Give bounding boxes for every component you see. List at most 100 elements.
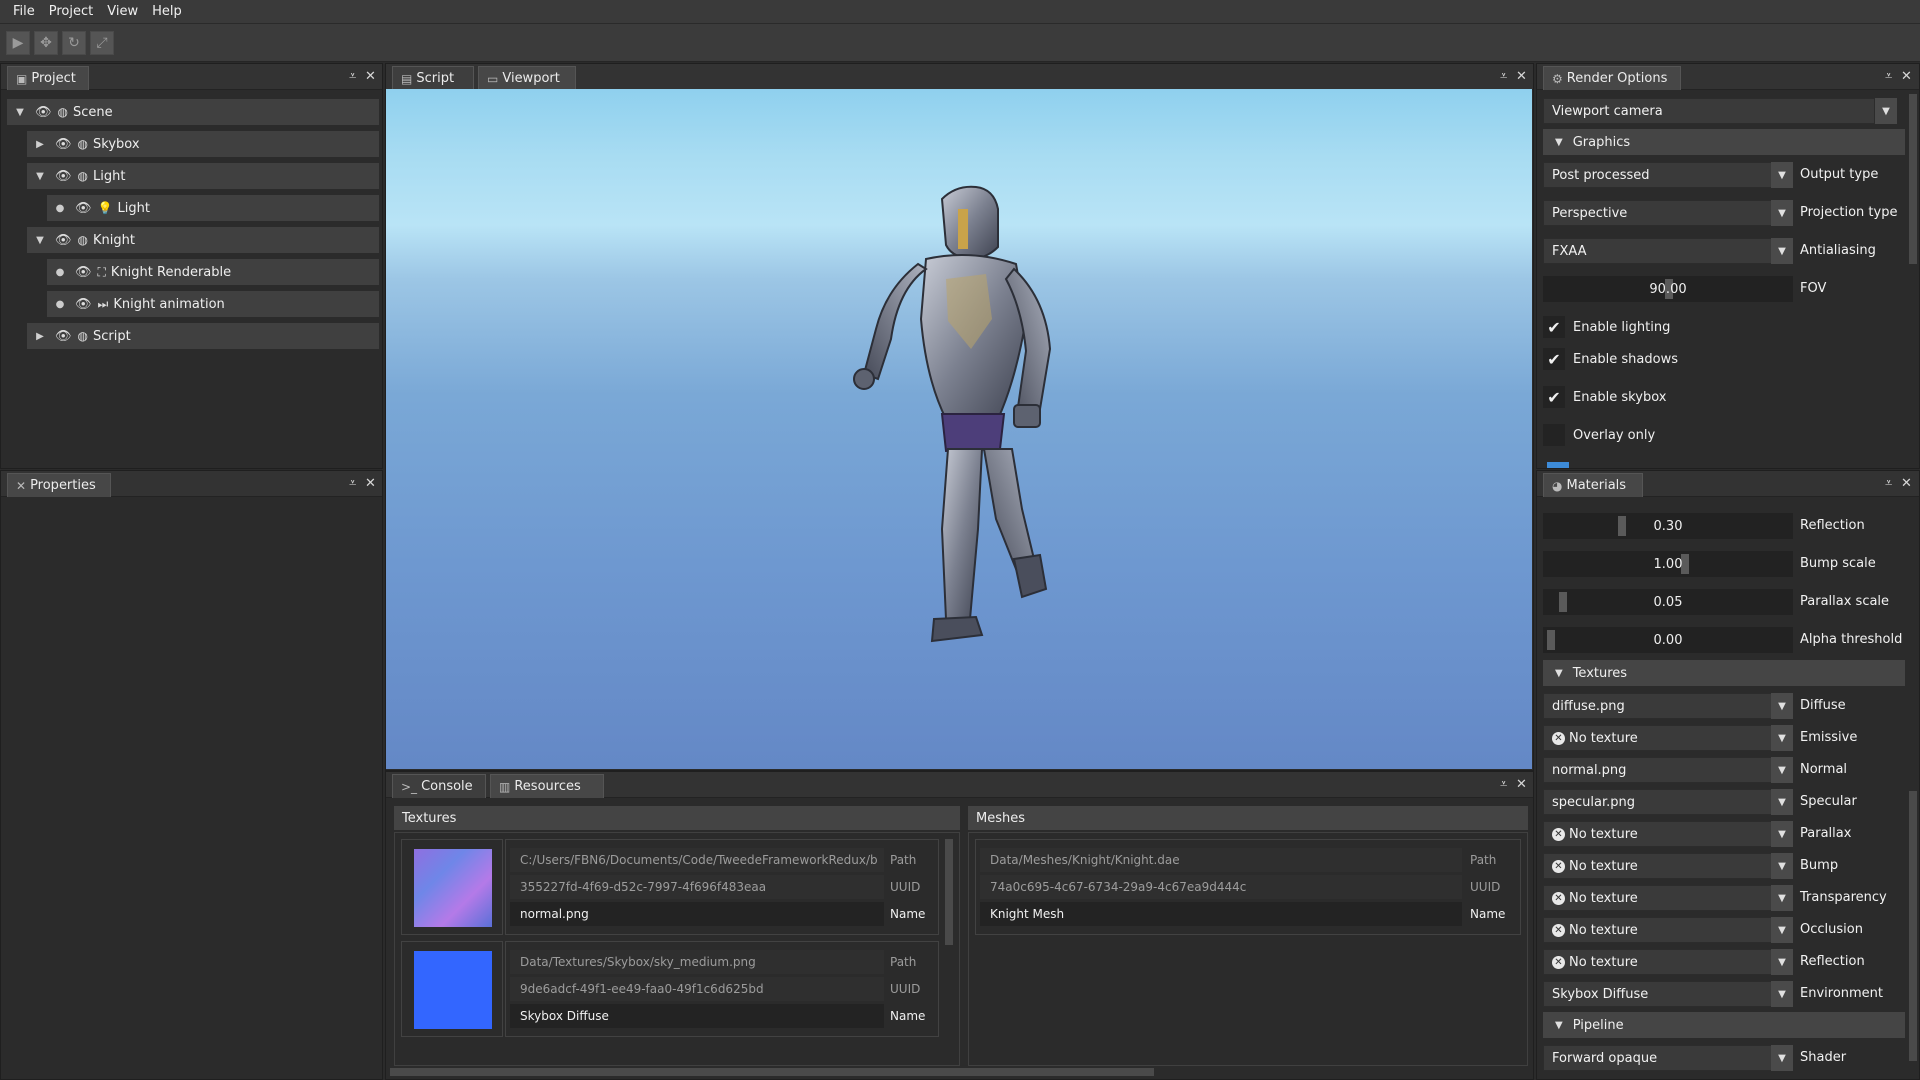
eye-icon[interactable]: 👁 — [55, 137, 72, 152]
tree-item-knight-renderable[interactable]: ● 👁 ⛶ Knight Renderable — [47, 259, 379, 285]
texture-slot-bump-select[interactable]: ✕ No texture — [1543, 853, 1775, 879]
tab-render-options[interactable]: ⚙ Render Options — [1543, 66, 1681, 90]
texture-slot-specular-select[interactable]: specular.png — [1543, 789, 1775, 815]
chevron-down-icon[interactable]: ▼ — [1771, 789, 1793, 815]
clear-texture-icon[interactable]: ✕ — [1552, 891, 1565, 905]
shader-select[interactable]: Forward opaque — [1543, 1045, 1775, 1071]
texture-slot-emissive-select[interactable]: ✕ No texture — [1543, 725, 1775, 751]
tab-materials[interactable]: ◕ Materials — [1543, 473, 1643, 497]
tab-resources[interactable]: ▥ Resources — [490, 774, 604, 798]
texture-slot-parallax-select[interactable]: ✕ No texture — [1543, 821, 1775, 847]
texture-slot-diffuse-select[interactable]: diffuse.png — [1543, 693, 1775, 719]
chevron-down-icon[interactable]: ▼ — [1771, 949, 1793, 975]
collapse-arrow-icon[interactable]: ▶ — [33, 331, 47, 342]
textures-list[interactable]: C:/Users/FBN6/Documents/Code/TweedeFrame… — [394, 832, 960, 1066]
tab-script[interactable]: ▤ Script — [392, 66, 474, 90]
chevron-down-icon[interactable]: ▼ — [1771, 821, 1793, 847]
partial-checkbox[interactable] — [1547, 462, 1569, 468]
chevron-down-icon[interactable]: ▼ — [1771, 725, 1793, 751]
move-tool-button[interactable]: ✥ — [34, 30, 58, 55]
overlay-only-checkbox[interactable]: Overlay only — [1543, 422, 1655, 448]
chevron-down-icon[interactable]: ▼ — [1771, 693, 1793, 719]
chevron-down-icon[interactable]: ▼ — [1771, 238, 1793, 264]
textures-section[interactable]: ▼ Textures — [1543, 660, 1905, 686]
chevron-down-icon[interactable]: ▼ — [1771, 757, 1793, 783]
chevron-down-icon[interactable]: ▼ — [1771, 853, 1793, 879]
chevron-down-icon[interactable]: ▼ — [1771, 885, 1793, 911]
enable-lighting-checkbox[interactable]: ✔ Enable lighting — [1543, 314, 1670, 340]
expand-arrow-icon[interactable]: ▼ — [33, 171, 47, 182]
expand-arrow-icon[interactable]: ▼ — [33, 235, 47, 246]
clear-texture-icon[interactable]: ✕ — [1552, 923, 1565, 937]
tree-item-light-group[interactable]: ▼ 👁 ◍ Light — [27, 163, 379, 189]
panel-menu-icon[interactable]: ⩡ — [1885, 476, 1892, 491]
close-icon[interactable]: ✕ — [1901, 69, 1912, 84]
panel-menu-icon[interactable]: ⩡ — [349, 476, 356, 491]
close-icon[interactable]: ✕ — [365, 476, 376, 491]
texture-slot-normal-select[interactable]: normal.png — [1543, 757, 1775, 783]
fov-slider[interactable]: 90.00 — [1543, 276, 1793, 302]
chevron-down-icon[interactable]: ▼ — [1771, 1045, 1793, 1071]
scale-tool-button[interactable]: ⤢ — [90, 30, 114, 55]
meshes-list[interactable]: Data/Meshes/Knight/Knight.dae Path 74a0c… — [968, 832, 1528, 1066]
eye-icon[interactable]: 👁 — [55, 329, 72, 344]
camera-select[interactable]: Viewport camera — [1543, 98, 1875, 124]
chevron-down-icon[interactable]: ▼ — [1771, 981, 1793, 1007]
clear-texture-icon[interactable]: ✕ — [1552, 859, 1565, 873]
texture-slot-transparency-select[interactable]: ✕ No texture — [1543, 885, 1775, 911]
texture-thumbnail-skybox[interactable] — [401, 941, 503, 1037]
antialiasing-select[interactable]: FXAA — [1543, 238, 1775, 264]
slider-handle[interactable] — [1547, 630, 1555, 650]
menu-project[interactable]: Project — [42, 0, 100, 24]
close-icon[interactable]: ✕ — [1901, 476, 1912, 491]
texture-slot-occlusion-select[interactable]: ✕ No texture — [1543, 917, 1775, 943]
texture-slot-environment-select[interactable]: Skybox Diffuse — [1543, 981, 1775, 1007]
close-icon[interactable]: ✕ — [1516, 69, 1527, 84]
clear-texture-icon[interactable]: ✕ — [1552, 955, 1565, 969]
eye-icon[interactable]: 👁 — [75, 265, 92, 280]
pipeline-section[interactable]: ▼ Pipeline — [1543, 1012, 1905, 1038]
materials-scrollbar[interactable] — [1909, 791, 1917, 1061]
chevron-down-icon[interactable]: ▼ — [1771, 162, 1793, 188]
eye-icon[interactable]: 👁 — [55, 169, 72, 184]
texture-slot-reflection-select[interactable]: ✕ No texture — [1543, 949, 1775, 975]
output-type-select[interactable]: Post processed — [1543, 162, 1775, 188]
projection-type-select[interactable]: Perspective — [1543, 200, 1775, 226]
tree-item-knight-animation[interactable]: ● 👁 ⏭ Knight animation — [47, 291, 379, 317]
expand-arrow-icon[interactable]: ▼ — [13, 107, 27, 118]
slider-handle[interactable] — [1618, 516, 1626, 536]
eye-icon[interactable]: 👁 — [75, 297, 92, 312]
panel-menu-icon[interactable]: ⩡ — [349, 69, 356, 84]
slider-handle[interactable] — [1559, 592, 1567, 612]
close-icon[interactable]: ✕ — [365, 69, 376, 84]
texture-thumbnail-normal[interactable] — [401, 839, 503, 935]
texture-card-normal[interactable]: C:/Users/FBN6/Documents/Code/TweedeFrame… — [505, 839, 939, 935]
viewport-3d[interactable] — [386, 89, 1532, 769]
alpha-threshold-slider[interactable]: 0.00 — [1543, 627, 1793, 653]
close-icon[interactable]: ✕ — [1516, 777, 1527, 792]
enable-shadows-checkbox[interactable]: ✔ Enable shadows — [1543, 346, 1678, 372]
panel-menu-icon[interactable]: ⩡ — [1500, 777, 1507, 792]
parallax-scale-slider[interactable]: 0.05 — [1543, 589, 1793, 615]
panel-menu-icon[interactable]: ⩡ — [1500, 69, 1507, 84]
eye-icon[interactable]: 👁 — [55, 233, 72, 248]
mesh-name[interactable]: Knight Mesh — [980, 902, 1462, 926]
chevron-down-icon[interactable]: ▼ — [1771, 200, 1793, 226]
texture-card-skybox[interactable]: Data/Textures/Skybox/sky_medium.png Path… — [505, 941, 939, 1037]
reflection-slider[interactable]: 0.30 — [1543, 513, 1793, 539]
chevron-down-icon[interactable]: ▼ — [1771, 917, 1793, 943]
check-icon[interactable]: ✔ — [1543, 316, 1565, 338]
graphics-section[interactable]: ▼ Graphics — [1543, 129, 1905, 155]
render-options-scrollbar[interactable] — [1909, 94, 1917, 264]
horizontal-scrollbar[interactable] — [390, 1068, 1154, 1076]
menu-file[interactable]: File — [6, 0, 42, 24]
menu-view[interactable]: View — [100, 0, 145, 24]
chevron-down-icon[interactable]: ▼ — [1875, 98, 1897, 124]
empty-checkbox[interactable] — [1543, 424, 1565, 446]
tree-item-knight[interactable]: ▼ 👁 ◍ Knight — [27, 227, 379, 253]
panel-menu-icon[interactable]: ⩡ — [1885, 69, 1892, 84]
bump-scale-slider[interactable]: 1.00 — [1543, 551, 1793, 577]
tree-item-scene[interactable]: ▼ 👁 ◍ Scene — [7, 99, 379, 125]
eye-icon[interactable]: 👁 — [35, 105, 52, 120]
tab-console[interactable]: >_ Console — [392, 774, 486, 798]
